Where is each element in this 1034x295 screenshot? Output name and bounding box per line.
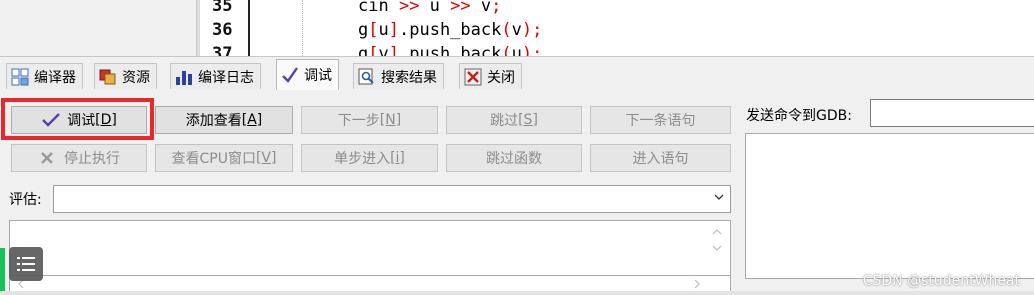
scroll-down-icon[interactable] [712, 243, 722, 253]
debug-panel: 调试 [D] 添加查看 [A] 下一步 [N] 跳过 [S] 下一条语句 停止执行 查看… [0, 92, 1034, 295]
shortcut-key: [A] [241, 112, 263, 128]
bottom-tab-bar: 编译器 资源 编译日志 调试 搜索结果 关闭 [0, 56, 1034, 147]
stop-execution-button[interactable]: 停止执行 [11, 144, 147, 172]
tab-compile-log[interactable]: 编译日志 [170, 63, 261, 89]
gdb-command-input[interactable] [870, 99, 1034, 127]
tab-label: 资源 [122, 69, 150, 86]
next-statement-button[interactable]: 下一条语句 [590, 106, 731, 134]
skip-button[interactable]: 跳过 [S] [446, 106, 582, 134]
debug-window: 35 cin >> u >> v; 36 g[u].push_back(v); 37 g[… [0, 0, 1034, 295]
button-label: 调试 [67, 113, 96, 129]
tab-resources[interactable]: 资源 [94, 63, 157, 89]
code-token: v [511, 20, 522, 40]
code-operator: ] [388, 20, 399, 40]
gdb-command-label: 发送命令到GDB: [746, 108, 852, 124]
code-line[interactable]: cin >> u >> v; [358, 0, 1034, 18]
tab-search-results[interactable]: 搜索结果 [353, 63, 444, 89]
shortcut-key: [V] [255, 150, 277, 166]
code-editor: 35 cin >> u >> v; 36 g[u].push_back(v); 37 g[… [0, 0, 1034, 64]
evaluate-output[interactable] [9, 220, 731, 276]
view-cpu-window-button[interactable]: 查看CPU窗口 [V] [155, 144, 293, 172]
button-label: 下一条语句 [625, 113, 696, 129]
button-label: 跳过 [490, 113, 519, 129]
code-token: g [358, 20, 369, 40]
bar-chart-icon [175, 68, 193, 86]
status-strip [0, 291, 1034, 295]
button-label: 停止执行 [64, 151, 120, 167]
tab-compiler[interactable]: 编译器 [6, 63, 83, 89]
code-line[interactable]: g[u].push_back(v); [358, 18, 1034, 42]
indent-guide [302, 0, 303, 56]
checkmark-icon [281, 66, 299, 84]
code-token: u [378, 20, 389, 40]
tab-debug[interactable]: 调试 [276, 59, 339, 90]
step-into-button[interactable]: 单步进入 [i] [301, 144, 438, 172]
enter-statement-button[interactable]: 进入语句 [590, 144, 731, 172]
line-number: 36 [212, 20, 233, 40]
code-operator: >> [450, 0, 471, 16]
search-results-icon [358, 68, 376, 86]
tab-label: 编译器 [34, 69, 76, 86]
code-token: cin [358, 0, 399, 16]
button-label: 跳过函数 [486, 151, 542, 167]
next-step-button[interactable]: 下一步 [N] [301, 106, 438, 134]
checkmark-icon [42, 113, 60, 127]
code-operator: ( [501, 20, 512, 40]
chevron-down-icon[interactable] [714, 192, 724, 202]
code-operator: [ [368, 20, 379, 40]
button-label: 进入语句 [632, 151, 689, 167]
add-watch-button[interactable]: 添加查看 [A] [155, 106, 293, 134]
scroll-right-icon[interactable] [692, 279, 702, 289]
button-label: 单步进入 [334, 151, 391, 167]
code-token: u [419, 0, 451, 16]
tab-close[interactable]: 关闭 [459, 63, 522, 89]
code-token: .push_back [399, 20, 502, 40]
line-number: 35 [212, 0, 233, 16]
tab-label: 关闭 [487, 69, 515, 86]
tab-label: 调试 [304, 68, 332, 84]
resources-icon [99, 68, 117, 86]
tab-label: 搜索结果 [381, 69, 437, 86]
code-operator: ); [521, 20, 543, 40]
skip-function-button[interactable]: 跳过函数 [446, 144, 582, 172]
shortcut-key: [N] [379, 112, 402, 128]
debug-button[interactable]: 调试 [D] [11, 106, 147, 134]
button-label: 添加查看 [185, 113, 242, 129]
watermark: CSDN @studentWheat [862, 273, 1020, 289]
code-token: v [470, 0, 492, 16]
shortcut-key: [i] [390, 150, 405, 166]
shortcut-key: [S] [518, 112, 538, 128]
button-label: 查看CPU窗口 [171, 151, 256, 167]
accent-bar [0, 248, 5, 295]
evaluate-input[interactable] [53, 185, 731, 213]
close-icon [464, 68, 482, 86]
tab-label: 编译日志 [198, 69, 254, 86]
gdb-output[interactable] [745, 133, 1034, 279]
evaluate-label: 评估: [9, 192, 42, 208]
stop-icon [41, 152, 53, 164]
button-label: 下一步 [337, 113, 380, 129]
project-panel [0, 0, 196, 56]
code-operator: ; [491, 0, 502, 16]
compiler-grid-icon [11, 68, 29, 86]
list-menu-icon[interactable] [9, 247, 43, 281]
shortcut-key: [D] [95, 112, 117, 128]
scroll-up-icon[interactable] [712, 227, 722, 237]
code-operator: >> [398, 0, 420, 16]
